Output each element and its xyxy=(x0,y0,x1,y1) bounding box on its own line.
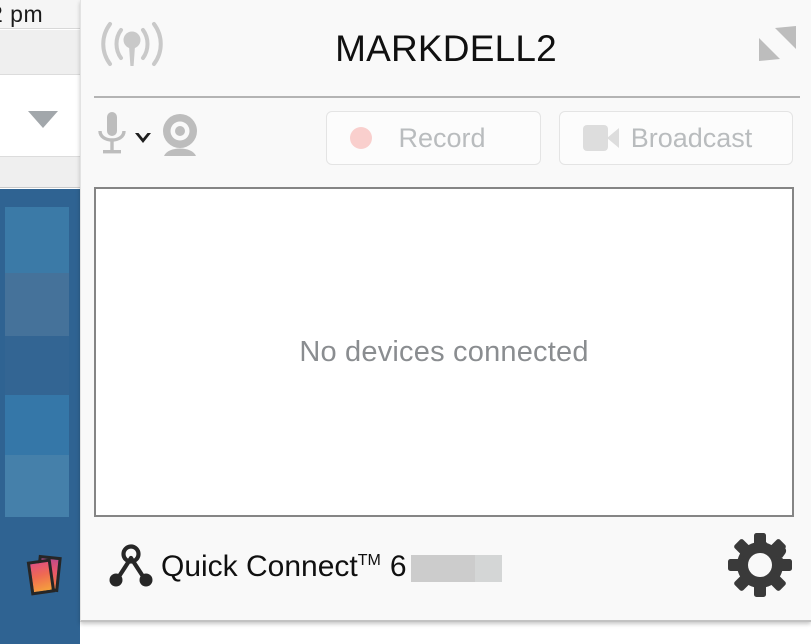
video-camera-icon xyxy=(583,125,619,151)
video-camera-lens xyxy=(607,128,619,148)
sidebar-block xyxy=(5,455,69,517)
microphone-control[interactable] xyxy=(95,110,154,160)
webcam-icon[interactable] xyxy=(156,111,204,159)
background-panel-upper xyxy=(0,30,92,75)
sidebar-block xyxy=(5,395,69,455)
screen: 2 pm xyxy=(0,0,811,644)
gear-icon[interactable] xyxy=(728,533,794,597)
device-list-area: No devices connected xyxy=(94,187,794,517)
broadcast-button[interactable]: Broadcast xyxy=(559,111,793,165)
window-footer: Quick ConnectTM 6 xyxy=(81,525,811,620)
quick-connect-node-icon xyxy=(107,544,155,590)
microphone-icon[interactable] xyxy=(95,110,129,160)
chevron-down-icon[interactable] xyxy=(132,127,154,149)
empty-state-message: No devices connected xyxy=(299,335,589,368)
app-icon-card-front xyxy=(26,558,56,596)
photos-app-icon[interactable] xyxy=(26,554,68,597)
header-divider xyxy=(94,96,800,98)
redacted-code-block xyxy=(475,555,502,582)
application-window: MARKDELL2 Record Broadcast No devices co… xyxy=(80,0,811,622)
sidebar-block xyxy=(5,336,69,395)
redacted-code-block xyxy=(411,555,475,582)
toolbar: Record Broadcast xyxy=(81,99,811,185)
record-dot-icon xyxy=(350,127,372,149)
record-button[interactable]: Record xyxy=(326,111,541,165)
caret-down-icon[interactable] xyxy=(28,111,58,128)
trademark-mark: TM xyxy=(357,552,381,569)
sidebar-block xyxy=(5,207,69,273)
background-panel-lower xyxy=(0,157,80,188)
background-clock: 2 pm xyxy=(0,1,44,27)
window-header: MARKDELL2 xyxy=(81,0,811,98)
video-camera-body xyxy=(583,125,608,151)
quick-connect-name: Quick Connect xyxy=(161,550,358,583)
expand-diagonal-icon[interactable] xyxy=(755,21,799,65)
quick-connect-label: Quick ConnectTM 6 xyxy=(161,544,407,590)
sidebar-block xyxy=(5,273,69,336)
quick-connect-code: 6 xyxy=(389,550,407,583)
record-button-label: Record xyxy=(398,123,486,153)
window-title: MARKDELL2 xyxy=(335,28,557,69)
broadcast-button-label: Broadcast xyxy=(630,123,753,153)
